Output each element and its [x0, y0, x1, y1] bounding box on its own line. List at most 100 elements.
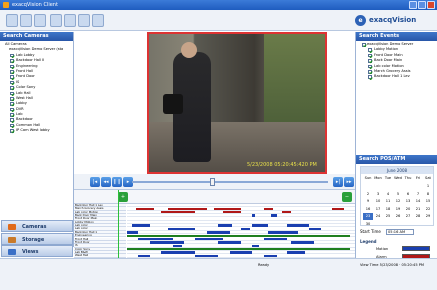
calendar-day[interactable]: 14 [413, 198, 423, 205]
checkbox-icon[interactable] [10, 80, 14, 85]
camera-tree-label: Front Hall [16, 68, 34, 73]
skip-back-icon[interactable]: |◂ [90, 177, 100, 187]
camera-tree-label: DVR [16, 106, 24, 111]
logo-mark-icon: e [355, 15, 366, 26]
calendar-day[interactable]: 24 [373, 213, 383, 220]
calendar-weekday: Fri [415, 176, 421, 180]
skip-forward-icon[interactable]: ▸▸ [344, 177, 354, 187]
checkbox-icon[interactable] [368, 64, 372, 69]
checkbox-icon[interactable] [10, 113, 14, 117]
calendar-day[interactable]: 15 [423, 198, 433, 205]
calendar-day[interactable]: 23 [363, 213, 373, 220]
calendar-day[interactable]: 6 [403, 191, 413, 198]
timeline-segment[interactable] [263, 254, 278, 258]
calendar-day[interactable]: 17 [373, 206, 383, 213]
layout9-icon[interactable] [78, 14, 90, 27]
checkbox-icon[interactable] [10, 102, 14, 106]
checkbox-icon[interactable] [10, 123, 14, 128]
nav-storage-button[interactable]: Storage [1, 232, 73, 245]
step-forward-icon[interactable]: ▸| [333, 177, 343, 187]
checkbox-icon[interactable] [10, 53, 14, 58]
nav-label: Storage [22, 236, 45, 243]
minimize-button[interactable] [409, 1, 417, 9]
calendar-day[interactable]: 2 [363, 191, 373, 198]
checkbox-icon[interactable] [368, 69, 372, 74]
config-icon[interactable] [34, 14, 46, 27]
calendar[interactable]: June 2008 Sun Mon Tue Wed Thu Fri Sat 1 2 3 4 5 6 7 8 9… [360, 166, 434, 226]
timeline-segment[interactable] [138, 254, 150, 258]
calendar-day[interactable]: 12 [393, 198, 403, 205]
checkbox-icon[interactable] [368, 53, 372, 58]
camera-tree-item[interactable]: IP Cam West lobby [2, 128, 72, 133]
rewind-icon[interactable]: ◂◂ [101, 177, 111, 187]
calendar-weekday: Wed [394, 176, 402, 180]
calendar-day[interactable]: 16 [363, 206, 373, 213]
timeline-ruler[interactable]: + − [74, 190, 355, 204]
video-panel[interactable]: 5/23/2008 05:20:45:420 PM [147, 32, 327, 174]
checkbox-icon[interactable] [10, 59, 14, 63]
calendar-day[interactable]: 1 [423, 183, 433, 190]
calendar-day[interactable]: 20 [403, 206, 413, 213]
calendar-day[interactable]: 30 [363, 221, 373, 228]
pause-icon[interactable]: ❙❙ [112, 177, 122, 187]
checkbox-icon[interactable] [10, 129, 14, 133]
calendar-day[interactable]: 25 [383, 213, 393, 220]
calendar-day[interactable]: 22 [423, 206, 433, 213]
calendar-day[interactable]: 4 [383, 191, 393, 198]
search-icon[interactable] [20, 14, 32, 27]
layout16-icon[interactable] [92, 14, 104, 27]
checkbox-icon[interactable] [362, 43, 366, 47]
calendar-day[interactable]: 21 [413, 206, 423, 213]
calendar-day[interactable]: 3 [373, 191, 383, 198]
checkbox-icon[interactable] [368, 75, 372, 79]
event-label: Lab color Motion [374, 63, 404, 68]
calendar-day[interactable]: 11 [383, 198, 393, 205]
checkbox-icon[interactable] [10, 75, 14, 79]
calendar-day[interactable]: 5 [393, 191, 403, 198]
calendar-day[interactable]: 27 [403, 213, 413, 220]
calendar-day[interactable]: 8 [423, 191, 433, 198]
event-label: Front Door Main [374, 52, 403, 57]
checkbox-icon[interactable] [10, 86, 14, 90]
calendar-day[interactable]: 13 [403, 198, 413, 205]
timeline-grid[interactable]: Backdoor Hall 1 Lev March Grocery Assis La… [74, 204, 355, 258]
zoom-in-icon[interactable]: + [118, 192, 128, 202]
calendar-day[interactable]: 9 [363, 198, 373, 205]
checkbox-icon[interactable] [10, 69, 14, 74]
speed-slider-handle[interactable] [210, 178, 215, 186]
calendar-day[interactable]: 28 [413, 213, 423, 220]
window-title: exacqVision Client [12, 2, 58, 8]
maximize-button[interactable] [418, 1, 426, 9]
layout1-icon[interactable] [50, 14, 62, 27]
calendar-day[interactable]: 19 [393, 206, 403, 213]
calendar-weekday: Mon [374, 176, 382, 180]
timeline-segment[interactable] [195, 254, 219, 258]
title-bar: exacqVision Client [0, 0, 437, 10]
calendar-day[interactable]: 10 [373, 198, 383, 205]
nav-views-button[interactable]: Views [1, 245, 73, 257]
speed-slider-track[interactable] [132, 181, 328, 183]
timeline-cursor[interactable] [118, 190, 119, 258]
checkbox-icon[interactable] [10, 107, 14, 112]
zoom-out-icon[interactable]: − [342, 192, 352, 202]
camera-tree: All Cameras exacqVision Demo Server (sta L… [2, 42, 72, 134]
event-item[interactable]: Backdoor Hall 1 Lev [360, 74, 436, 79]
checkbox-icon[interactable] [10, 91, 14, 96]
close-button[interactable] [427, 1, 435, 9]
live-icon[interactable] [6, 14, 18, 27]
camera-tree-label: All Cameras [5, 42, 27, 46]
checkbox-icon[interactable] [10, 118, 14, 123]
checkbox-icon[interactable] [368, 59, 372, 63]
calendar-day[interactable]: 18 [383, 206, 393, 213]
calendar-day[interactable]: 29 [423, 213, 433, 220]
calendar-day[interactable]: 7 [413, 191, 423, 198]
app-icon [3, 2, 9, 8]
layout4-icon[interactable] [64, 14, 76, 27]
calendar-day[interactable]: 26 [393, 213, 403, 220]
checkbox-icon[interactable] [10, 64, 14, 69]
legend-swatch[interactable] [402, 246, 430, 251]
start-time-input[interactable]: 05:16 AM [386, 229, 414, 235]
checkbox-icon[interactable] [368, 48, 372, 52]
nav-cameras-button[interactable]: Cameras [1, 220, 73, 232]
checkbox-icon[interactable] [10, 96, 14, 101]
